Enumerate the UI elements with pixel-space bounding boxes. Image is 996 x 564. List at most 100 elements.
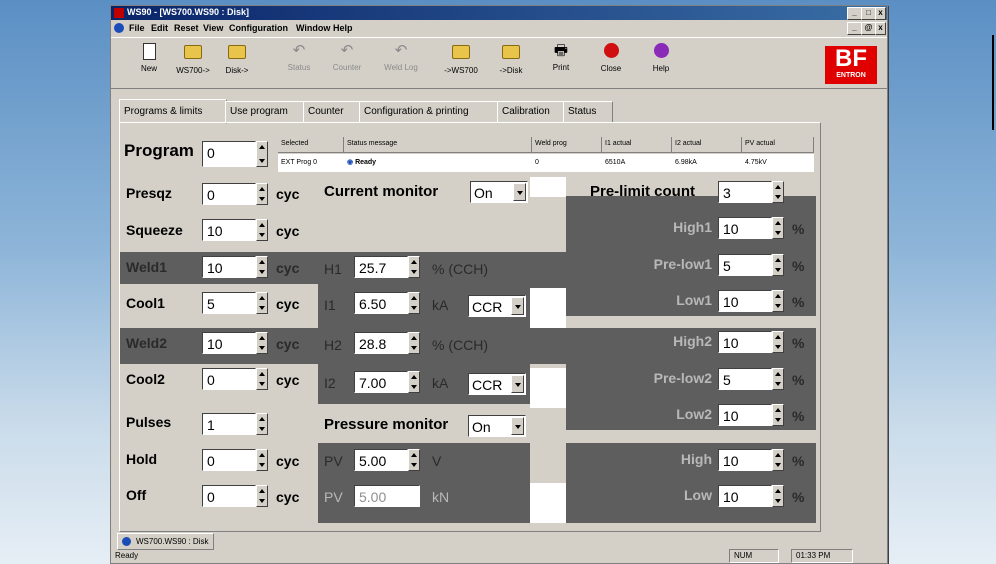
prelow2-spinner[interactable] bbox=[772, 368, 784, 390]
i2-spinner[interactable] bbox=[408, 371, 420, 393]
program-label: Program bbox=[124, 141, 194, 160]
chevron-down-icon[interactable] bbox=[513, 183, 526, 201]
menu-configuration[interactable]: Configuration bbox=[229, 23, 288, 33]
squeeze-field[interactable]: 10 bbox=[202, 219, 256, 241]
menu-window[interactable]: Window bbox=[296, 23, 330, 33]
tab-configuration-printing[interactable]: Configuration & printing bbox=[359, 101, 499, 123]
prelow2-field[interactable]: 5 bbox=[718, 368, 772, 390]
maximize-button[interactable]: □ bbox=[861, 7, 876, 20]
current-monitor-select[interactable]: On bbox=[470, 181, 528, 203]
high1-unit: % bbox=[792, 221, 805, 237]
to-ws700-button[interactable]: ->WS700 bbox=[439, 42, 483, 84]
weld1-spinner[interactable] bbox=[256, 256, 268, 278]
ws700-to-button[interactable]: WS700-> bbox=[171, 42, 215, 84]
i1-field[interactable]: 6.50 bbox=[354, 292, 408, 314]
menu-help[interactable]: Help bbox=[333, 23, 353, 33]
prelow1-field[interactable]: 5 bbox=[718, 254, 772, 276]
cool2-spinner[interactable] bbox=[256, 368, 268, 390]
high1-spinner[interactable] bbox=[772, 217, 784, 239]
low1-spinner[interactable] bbox=[772, 290, 784, 312]
program-spinner[interactable] bbox=[256, 141, 268, 167]
to-disk-button[interactable]: ->Disk bbox=[489, 42, 533, 84]
pre-limit-count-label: Pre-limit count bbox=[590, 183, 696, 200]
program-field[interactable]: 0 bbox=[202, 141, 256, 167]
disk-to-button[interactable]: Disk-> bbox=[215, 42, 259, 84]
off-spinner[interactable] bbox=[256, 485, 268, 507]
off-field[interactable]: 0 bbox=[202, 485, 256, 507]
close-window-button[interactable]: x bbox=[875, 7, 886, 20]
close-button[interactable]: Close bbox=[589, 42, 633, 84]
presqz-spinner[interactable] bbox=[256, 183, 268, 205]
weld2-field[interactable]: 10 bbox=[202, 332, 256, 354]
cool1-spinner[interactable] bbox=[256, 292, 268, 314]
pv-voltage-unit: V bbox=[432, 453, 442, 469]
pv-voltage-spinner[interactable] bbox=[408, 449, 420, 471]
pulses-spinner[interactable] bbox=[256, 413, 268, 435]
chevron-down-icon[interactable] bbox=[511, 375, 524, 393]
counter-button[interactable]: ↶ Counter bbox=[325, 42, 369, 84]
pulses-field[interactable]: 1 bbox=[202, 413, 256, 435]
i2-mode-select[interactable]: CCR bbox=[468, 373, 526, 395]
pre-limit-count-spinner[interactable] bbox=[772, 181, 784, 203]
h2-spinner[interactable] bbox=[408, 332, 420, 354]
help-button[interactable]: Help bbox=[639, 42, 683, 84]
child-close-button[interactable]: x bbox=[875, 22, 886, 35]
weld-log-button[interactable]: ↶ Weld Log bbox=[379, 42, 423, 84]
low-pressure-spinner[interactable] bbox=[772, 485, 784, 507]
low2-spinner[interactable] bbox=[772, 404, 784, 426]
squeeze-spinner[interactable] bbox=[256, 219, 268, 241]
menu-file[interactable]: File bbox=[129, 23, 145, 33]
cool2-field[interactable]: 0 bbox=[202, 368, 256, 390]
pressure-monitor-select[interactable]: On bbox=[468, 415, 526, 437]
weld2-spinner[interactable] bbox=[256, 332, 268, 354]
hold-spinner[interactable] bbox=[256, 449, 268, 471]
cool1-field[interactable]: 5 bbox=[202, 292, 256, 314]
high-pressure-field[interactable]: 10 bbox=[718, 449, 772, 471]
i1-mode-select[interactable]: CCR bbox=[468, 295, 526, 317]
child-minimize-button[interactable]: _ bbox=[847, 22, 862, 35]
low-pressure-field[interactable]: 10 bbox=[718, 485, 772, 507]
i1-spinner[interactable] bbox=[408, 292, 420, 314]
pre-limit-count-field[interactable]: 3 bbox=[718, 181, 772, 203]
high2-field[interactable]: 10 bbox=[718, 331, 772, 353]
tab-calibration[interactable]: Calibration bbox=[497, 101, 565, 123]
status-bar: Ready NUM 01:33 PM bbox=[111, 548, 887, 563]
low1-field[interactable]: 10 bbox=[718, 290, 772, 312]
h1-spinner[interactable] bbox=[408, 256, 420, 278]
minimize-button[interactable]: _ bbox=[847, 7, 862, 20]
toolbar: New WS700-> Disk-> ↶ Status ↶ Counter ↶ Wel… bbox=[111, 37, 887, 89]
weld1-field[interactable]: 10 bbox=[202, 256, 256, 278]
high1-field[interactable]: 10 bbox=[718, 217, 772, 239]
menu-reset[interactable]: Reset bbox=[174, 23, 199, 33]
cool1-unit: cyc bbox=[276, 296, 300, 312]
child-restore-button[interactable]: @ bbox=[861, 22, 876, 35]
menu-edit[interactable]: Edit bbox=[151, 23, 168, 33]
menu-view[interactable]: View bbox=[203, 23, 223, 33]
chevron-down-icon[interactable] bbox=[511, 297, 524, 315]
chevron-down-icon[interactable] bbox=[511, 417, 524, 435]
pv-voltage-field[interactable]: 5.00 bbox=[354, 449, 408, 471]
h1-field[interactable]: 25.7 bbox=[354, 256, 408, 278]
tab-use-program[interactable]: Use program bbox=[225, 101, 305, 123]
h2-unit: % (CCH) bbox=[432, 337, 488, 353]
high2-spinner[interactable] bbox=[772, 331, 784, 353]
document-icon bbox=[122, 537, 131, 546]
low2-field[interactable]: 10 bbox=[718, 404, 772, 426]
pressure-monitor-label: Pressure monitor bbox=[324, 416, 449, 433]
h2-field[interactable]: 28.8 bbox=[354, 332, 408, 354]
presqz-field[interactable]: 0 bbox=[202, 183, 256, 205]
prelow1-spinner[interactable] bbox=[772, 254, 784, 276]
status-button[interactable]: ↶ Status bbox=[277, 42, 321, 84]
tab-programs-limits[interactable]: Programs & limits bbox=[119, 99, 227, 124]
high-pressure-spinner[interactable] bbox=[772, 449, 784, 471]
print-button[interactable]: 🖶 Print bbox=[539, 42, 583, 84]
i2-field[interactable]: 7.00 bbox=[354, 371, 408, 393]
folder-send-icon bbox=[452, 45, 470, 59]
tab-status[interactable]: Status bbox=[563, 101, 613, 123]
new-button[interactable]: New bbox=[127, 42, 171, 84]
hold-field[interactable]: 0 bbox=[202, 449, 256, 471]
tab-counter[interactable]: Counter bbox=[303, 101, 361, 123]
low1-label: Low1 bbox=[676, 292, 712, 308]
document-icon[interactable] bbox=[114, 23, 124, 33]
i2-label: I2 bbox=[324, 375, 336, 391]
